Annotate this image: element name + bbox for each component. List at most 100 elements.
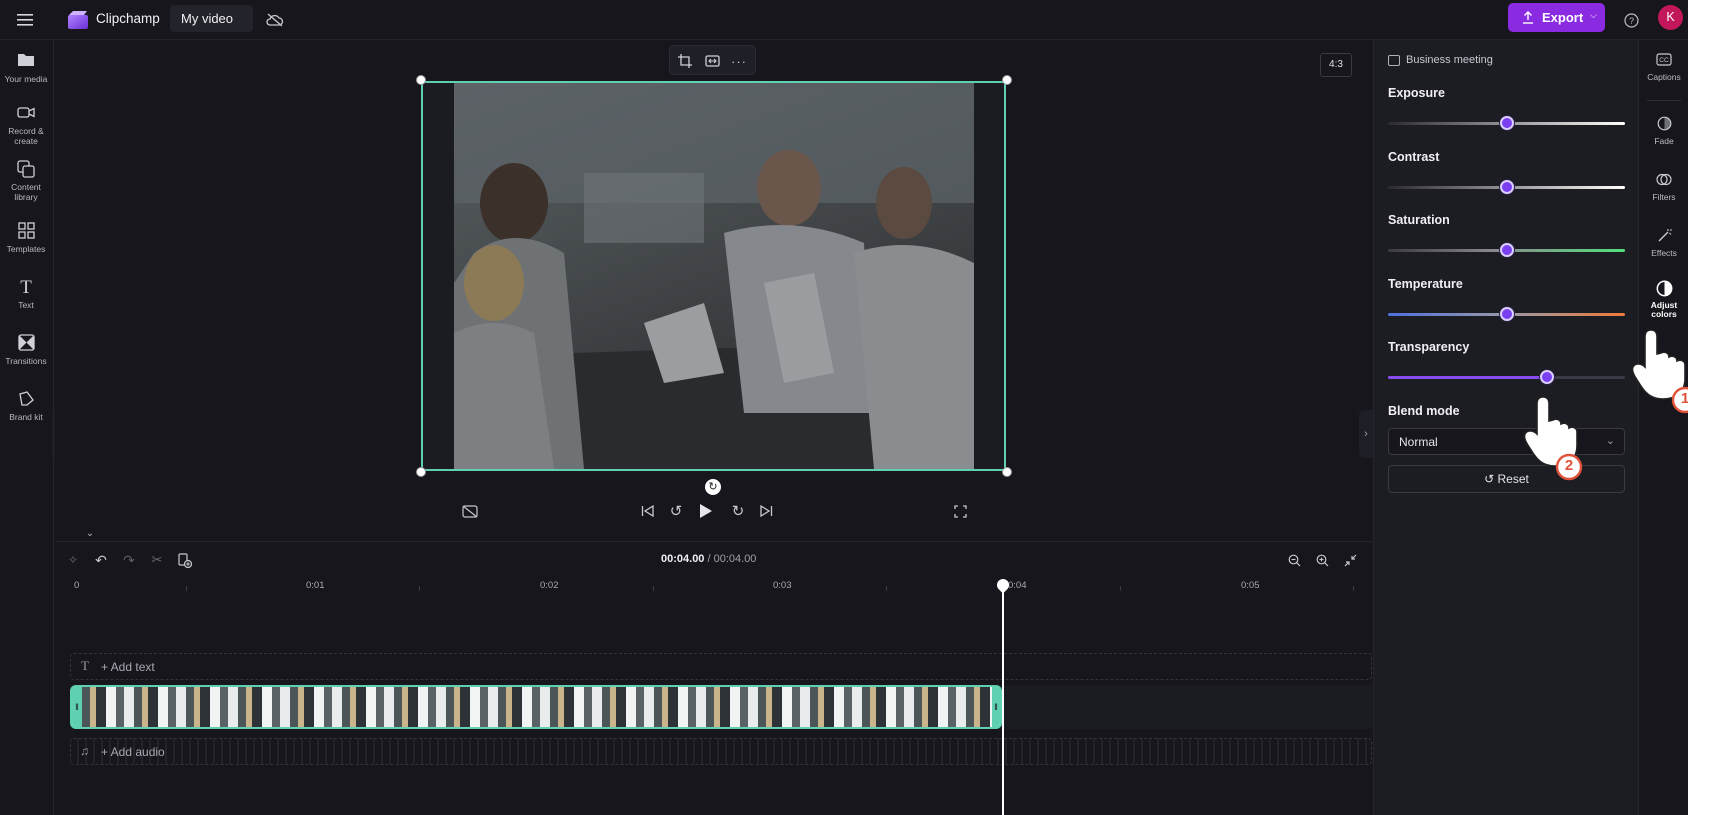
clip-image-icon — [1388, 55, 1400, 66]
transparency-label: Transparency — [1388, 340, 1470, 354]
clipchamp-logo-icon — [66, 8, 90, 32]
temperature-knob[interactable] — [1499, 307, 1514, 321]
text-track[interactable]: T + Add text — [70, 653, 1372, 680]
add-audio-label: + Add audio — [101, 745, 165, 759]
tab-captions[interactable]: CC Captions — [1639, 52, 1688, 82]
preview-toolbar: ··· — [669, 45, 756, 75]
audio-track[interactable]: ♫ + Add audio — [70, 738, 1372, 765]
hide-preview-icon[interactable] — [460, 501, 480, 521]
clip-handle-right[interactable]: ‖ — [992, 687, 1000, 727]
tab-fade[interactable]: Fade — [1639, 116, 1688, 146]
fit-icon[interactable] — [703, 52, 721, 70]
forward-5s-icon[interactable]: ↻ — [728, 501, 748, 521]
add-text-label: + Add text — [101, 660, 155, 674]
sidebar-item-brand-kit[interactable]: Brand kit — [0, 390, 52, 422]
project-title-field[interactable]: My video — [170, 5, 253, 32]
rotate-handle-icon[interactable]: ↻ — [705, 479, 721, 495]
undo-icon[interactable]: ↶ — [92, 551, 110, 569]
ruler-tick-label: 0:01 — [306, 580, 325, 591]
sidebar-item-content-library[interactable]: Content library — [0, 160, 52, 202]
sidebar-item-label: Transitions — [5, 356, 47, 366]
reset-icon: ↺ — [1484, 472, 1498, 486]
video-clip[interactable]: ‖ ‖ — [70, 685, 1002, 729]
adjust-colors-panel: Business meeting Exposure Contrast Satur… — [1373, 40, 1638, 815]
tab-adjust-colors[interactable]: Adjust colors — [1639, 280, 1688, 319]
text-icon: T — [20, 277, 32, 298]
resize-handle[interactable] — [1002, 467, 1012, 477]
more-options-icon[interactable]: ··· — [730, 52, 748, 70]
tab-effects[interactable]: Effects — [1639, 228, 1688, 258]
sidebar-item-label: Record & create — [8, 126, 44, 146]
redo-icon[interactable]: ↷ — [120, 551, 138, 569]
project-title: My video — [181, 11, 234, 26]
tab-label: Filters — [1652, 192, 1676, 202]
skip-to-end-icon[interactable] — [756, 501, 776, 521]
tab-label: Effects — [1651, 248, 1677, 258]
cloud-sync-off-icon[interactable] — [264, 9, 286, 31]
transparency-fill — [1388, 376, 1547, 379]
skip-to-start-icon[interactable] — [637, 501, 657, 521]
ruler-tick — [419, 586, 420, 591]
transitions-icon — [0, 334, 52, 354]
chevron-down-icon: ⌄ — [1605, 435, 1615, 447]
sidebar-item-record-create[interactable]: Record & create — [0, 104, 52, 146]
contrast-knob[interactable] — [1499, 180, 1514, 194]
resize-handle[interactable] — [416, 75, 426, 85]
app-name: Clipchamp — [96, 11, 160, 26]
meeting-photo — [454, 83, 974, 469]
clip-handle-left[interactable]: ‖ — [72, 687, 82, 727]
zoom-in-icon[interactable] — [1313, 551, 1331, 569]
time-ruler[interactable]: 0 0:01 0:02 0:03 0:04 0:05 — [55, 580, 1372, 596]
svg-text:CC: CC — [1659, 57, 1669, 64]
split-scissors-icon[interactable]: ✂ — [148, 551, 166, 569]
top-bar: Clipchamp My video Export ⌵ ? K — [0, 0, 1688, 40]
crop-icon[interactable] — [676, 52, 694, 70]
pointer-hand-callout-1: 1 — [1615, 325, 1688, 415]
rewind-5s-icon[interactable]: ↺ — [666, 501, 686, 521]
zoom-out-icon[interactable] — [1285, 551, 1303, 569]
ruler-tick — [653, 586, 654, 591]
time-separator: / — [704, 553, 714, 565]
video-camera-icon — [0, 104, 52, 124]
help-icon[interactable]: ? — [1620, 9, 1642, 31]
avatar[interactable]: K — [1658, 5, 1683, 30]
resize-handle[interactable] — [416, 467, 426, 477]
export-label: Export — [1542, 10, 1584, 25]
callout-step-1: 1 — [1680, 390, 1688, 407]
expand-right-panel-button[interactable]: › — [1359, 410, 1373, 458]
content-library-icon — [0, 160, 52, 180]
fade-icon — [1639, 116, 1688, 136]
playhead[interactable] — [1002, 581, 1004, 815]
fit-timeline-icon[interactable] — [1341, 551, 1359, 569]
fullscreen-icon[interactable] — [950, 501, 970, 521]
tab-label: Captions — [1647, 72, 1681, 82]
video-frame-image — [454, 83, 974, 469]
video-canvas[interactable] — [421, 81, 1006, 471]
filters-icon — [1639, 172, 1688, 192]
add-to-timeline-icon[interactable] — [176, 551, 194, 569]
collapse-timeline-button[interactable]: ⌄ — [80, 528, 100, 540]
current-time: 00:04.00 — [661, 553, 705, 565]
upload-icon — [1523, 11, 1533, 24]
chevron-down-icon: ⌵ — [1590, 10, 1597, 20]
transparency-knob[interactable] — [1539, 370, 1554, 384]
aspect-ratio-button[interactable]: 4:3 — [1320, 53, 1352, 77]
resize-handle[interactable] — [1002, 75, 1012, 85]
tab-filters[interactable]: Filters — [1639, 172, 1688, 202]
ruler-tick — [1120, 586, 1121, 591]
play-icon[interactable] — [694, 499, 718, 523]
sidebar-item-templates[interactable]: Templates — [0, 222, 52, 254]
sidebar-item-your-media[interactable]: Your media — [0, 52, 52, 84]
saturation-knob[interactable] — [1499, 243, 1514, 257]
exposure-knob[interactable] — [1499, 116, 1514, 130]
magic-icon[interactable]: ✧ — [64, 551, 82, 569]
sidebar-item-text[interactable]: T Text — [0, 277, 52, 311]
export-button[interactable]: Export ⌵ — [1508, 3, 1605, 32]
hamburger-menu-icon[interactable] — [14, 9, 36, 31]
ruler-tick — [186, 586, 187, 591]
sidebar-item-transitions[interactable]: Transitions — [0, 334, 52, 366]
preview-stage: ··· 4:3 ↻ ↺ ↻ ⌄ › — [55, 40, 1373, 540]
temperature-label: Temperature — [1388, 277, 1463, 291]
saturation-label: Saturation — [1388, 213, 1450, 227]
total-time: 00:04.00 — [713, 553, 757, 565]
